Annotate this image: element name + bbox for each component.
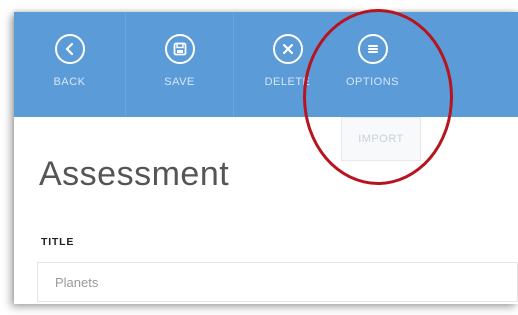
delete-label: DELETE (264, 76, 311, 88)
back-button[interactable]: BACK (14, 12, 126, 117)
title-input-value: Planets (55, 274, 99, 290)
options-dropdown-item-import[interactable]: IMPORT (341, 117, 421, 161)
page-title: Assessment (39, 155, 230, 193)
close-x-icon (272, 34, 303, 64)
toolbar: BACK SAVE DELETE OPTIONS (14, 12, 518, 117)
save-disk-icon (164, 34, 195, 64)
app-window: BACK SAVE DELETE OPTIONS IMPORT Assessme… (14, 12, 518, 304)
back-arrow-icon (54, 34, 85, 64)
title-field-label: TITLE (41, 236, 75, 248)
menu-lines-icon (357, 34, 388, 64)
save-button[interactable]: SAVE (126, 12, 234, 117)
save-label: SAVE (164, 76, 195, 88)
options-button[interactable]: OPTIONS (311, 12, 434, 117)
import-label: IMPORT (358, 133, 404, 145)
options-label: OPTIONS (345, 76, 399, 88)
back-label: BACK (53, 76, 86, 88)
title-input[interactable]: Planets (37, 262, 518, 302)
